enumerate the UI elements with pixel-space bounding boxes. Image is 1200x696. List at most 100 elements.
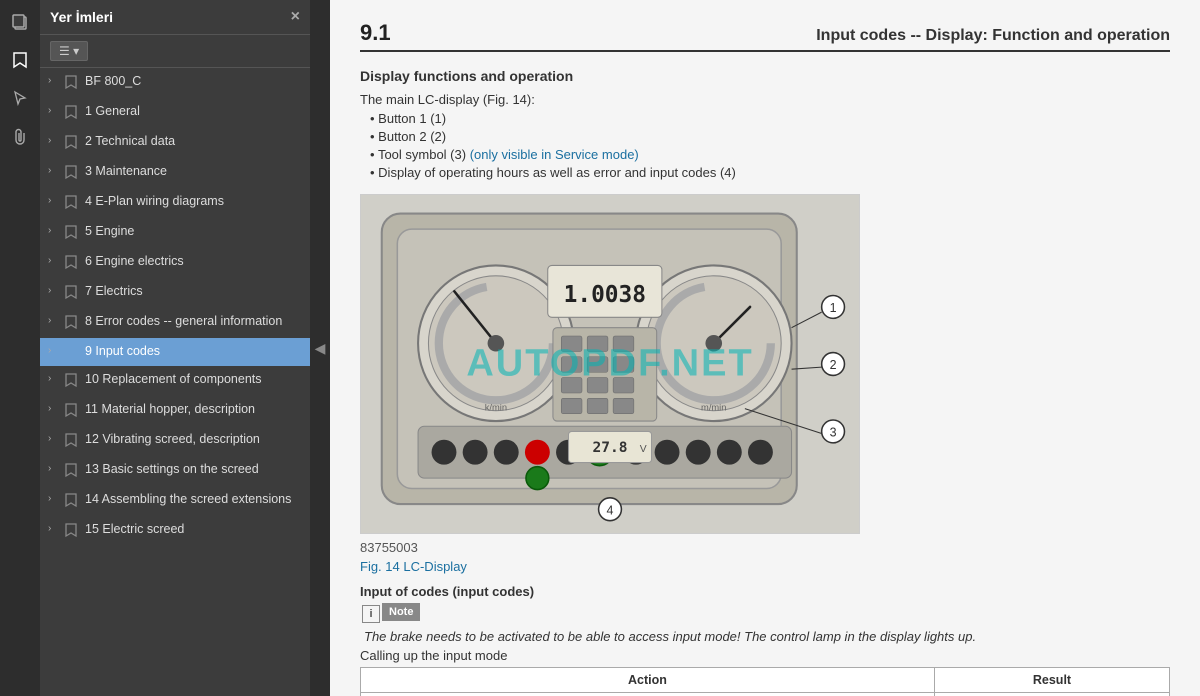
- bookmark-marker-icon: [64, 314, 80, 333]
- bookmark-label: 1 General: [85, 103, 304, 119]
- cursor-icon[interactable]: [6, 84, 34, 112]
- bookmark-label: 12 Vibrating screed, description: [85, 431, 304, 447]
- bookmark-item-7electrics[interactable]: › 7 Electrics: [40, 278, 310, 308]
- svg-text:1: 1: [830, 301, 837, 315]
- toolbar-row: ☰ ▾: [40, 35, 310, 68]
- table-cell-action: -- Press button 1 and button 2 at the sa…: [361, 693, 935, 696]
- expand-arrow-icon: ›: [48, 105, 62, 116]
- bookmark-item-1general[interactable]: › 1 General: [40, 98, 310, 128]
- note-text: The brake needs to be activated to be ab…: [360, 629, 1170, 644]
- content-body: Display functions and operation The main…: [360, 68, 1170, 696]
- chevron-left-icon: ◀: [315, 340, 326, 357]
- collapse-panel-button[interactable]: ◀: [310, 0, 330, 696]
- bookmark-item-2technical[interactable]: ›2 Technical data: [40, 128, 310, 158]
- expand-arrow-icon: ›: [48, 403, 62, 414]
- bookmarks-header: Yer İmleri ×: [40, 0, 310, 35]
- bookmark-list: › BF 800_C › 1 General ›2 Technical data › 3 M…: [40, 68, 310, 696]
- section-number: 9.1: [360, 20, 391, 46]
- calling-text: Calling up the input mode: [360, 648, 1170, 663]
- svg-text:m/min: m/min: [701, 403, 726, 413]
- paperclip-icon[interactable]: [6, 122, 34, 150]
- expand-arrow-icon: ›: [48, 285, 62, 296]
- expand-arrow-icon: ›: [48, 523, 62, 534]
- main-content: 9.1 Input codes -- Display: Function and…: [330, 0, 1200, 696]
- bookmark-marker-icon: [64, 284, 80, 303]
- input-codes-heading: Input of codes (input codes): [360, 584, 1170, 599]
- bookmark-item-8errorcodes[interactable]: › 8 Error codes -- general information: [40, 308, 310, 338]
- expand-arrow-icon: ›: [48, 225, 62, 236]
- close-button[interactable]: ×: [291, 8, 300, 26]
- expand-arrow-icon: ›: [48, 75, 62, 86]
- bookmark-label: 10 Replacement of components: [85, 371, 304, 387]
- bookmark-marker-icon: [64, 134, 80, 153]
- note-container: i Note: [360, 603, 1170, 625]
- bookmarks-title: Yer İmleri: [50, 9, 113, 25]
- bullet-item: Button 1 (1): [370, 111, 1170, 126]
- bookmark-item-3maintenance[interactable]: › 3 Maintenance: [40, 158, 310, 188]
- note-icon: i: [362, 605, 380, 623]
- svg-text:1.0038: 1.0038: [564, 282, 646, 308]
- lc-display-image: AUTOPDF.NET: [360, 194, 860, 534]
- image-id: 83755003: [360, 540, 1170, 555]
- copy-icon[interactable]: [6, 8, 34, 36]
- bookmark-label: 6 Engine electrics: [85, 253, 304, 269]
- bullet-list: Button 1 (1) Button 2 (2) Tool symbol (3) …: [360, 111, 1170, 180]
- svg-text:V: V: [640, 444, 647, 455]
- svg-text:2: 2: [830, 358, 837, 372]
- bullet-item: Tool symbol (3) (only visible in Service…: [370, 147, 1170, 162]
- expand-arrow-icon: ›: [48, 255, 62, 266]
- bookmark-marker-icon: [64, 104, 80, 123]
- bookmark-marker-icon: [64, 462, 80, 481]
- svg-text:4: 4: [607, 503, 614, 517]
- bookmark-marker-icon: [64, 74, 80, 93]
- bookmark-label: 15 Electric screed: [85, 521, 304, 537]
- bookmark-item-13basic[interactable]: › 13 Basic settings on the screed: [40, 456, 310, 486]
- bookmark-item-11material[interactable]: ›11 Material hopper, description: [40, 396, 310, 426]
- section-header: 9.1 Input codes -- Display: Function and…: [360, 20, 1170, 52]
- image-caption: Fig. 14 LC-Display: [360, 559, 1170, 574]
- bookmark-marker-icon: [64, 402, 80, 421]
- expand-arrow-icon: ›: [48, 315, 62, 326]
- bookmark-marker-icon: [64, 522, 80, 541]
- table-col-action: Action: [361, 668, 935, 693]
- bookmark-marker-icon: [64, 432, 80, 451]
- expand-arrow-icon: ›: [48, 373, 62, 384]
- bookmark-label: 14 Assembling the screed extensions: [85, 491, 304, 507]
- table-col-result: Result: [934, 668, 1169, 693]
- bookmark-item-14assembling[interactable]: ›14 Assembling the screed extensions: [40, 486, 310, 516]
- bookmark-marker-icon: [64, 254, 80, 273]
- bookmark-item-12vibrating[interactable]: › 12 Vibrating screed, description: [40, 426, 310, 456]
- bookmark-item-4eplan[interactable]: › 4 E-Plan wiring diagrams: [40, 188, 310, 218]
- expand-arrow-icon: ›: [48, 463, 62, 474]
- svg-text:k/min: k/min: [485, 403, 507, 413]
- svg-text:27.8: 27.8: [593, 440, 628, 456]
- expand-arrow-icon: ›: [48, 165, 62, 176]
- bookmark-panel-icon[interactable]: [6, 46, 34, 74]
- expand-arrow-icon: ›: [48, 195, 62, 206]
- bookmark-label: 3 Maintenance: [85, 163, 304, 179]
- table-body: -- Press button 1 and button 2 at the sa…: [361, 693, 1170, 696]
- bookmark-marker-icon: [64, 372, 80, 391]
- bookmarks-panel: Yer İmleri × ☰ ▾ › BF 800_C › 1 General ›2 T…: [40, 0, 310, 696]
- bookmark-item-5engine[interactable]: › 5 Engine: [40, 218, 310, 248]
- bookmark-item-bf800c[interactable]: › BF 800_C: [40, 68, 310, 98]
- bookmark-label: BF 800_C: [85, 73, 304, 89]
- bullet-item: Display of operating hours as well as er…: [370, 165, 1170, 180]
- bookmark-label: 8 Error codes -- general information: [85, 313, 304, 329]
- bookmark-label: 13 Basic settings on the screed: [85, 461, 304, 477]
- table-cell-result: -- The display shows "0000".-- The left …: [934, 693, 1169, 696]
- bookmark-label: 5 Engine: [85, 223, 304, 239]
- display-functions-heading: Display functions and operation: [360, 68, 1170, 84]
- view-button[interactable]: ☰ ▾: [50, 41, 88, 61]
- bookmark-item-15electric[interactable]: › 15 Electric screed: [40, 516, 310, 546]
- bookmark-item-9inputcodes[interactable]: ›9 Input codes: [40, 338, 310, 366]
- bookmark-item-10replacement[interactable]: › 10 Replacement of components: [40, 366, 310, 396]
- bookmark-item-6engineelec[interactable]: › 6 Engine electrics: [40, 248, 310, 278]
- note-box: Note: [382, 603, 420, 621]
- expand-arrow-icon: ›: [48, 433, 62, 444]
- bookmark-label: 7 Electrics: [85, 283, 304, 299]
- bookmark-label: 9 Input codes: [85, 343, 304, 359]
- bookmark-label: 4 E-Plan wiring diagrams: [85, 193, 304, 209]
- bookmark-marker-icon: [64, 224, 80, 243]
- bullet-item: Button 2 (2): [370, 129, 1170, 144]
